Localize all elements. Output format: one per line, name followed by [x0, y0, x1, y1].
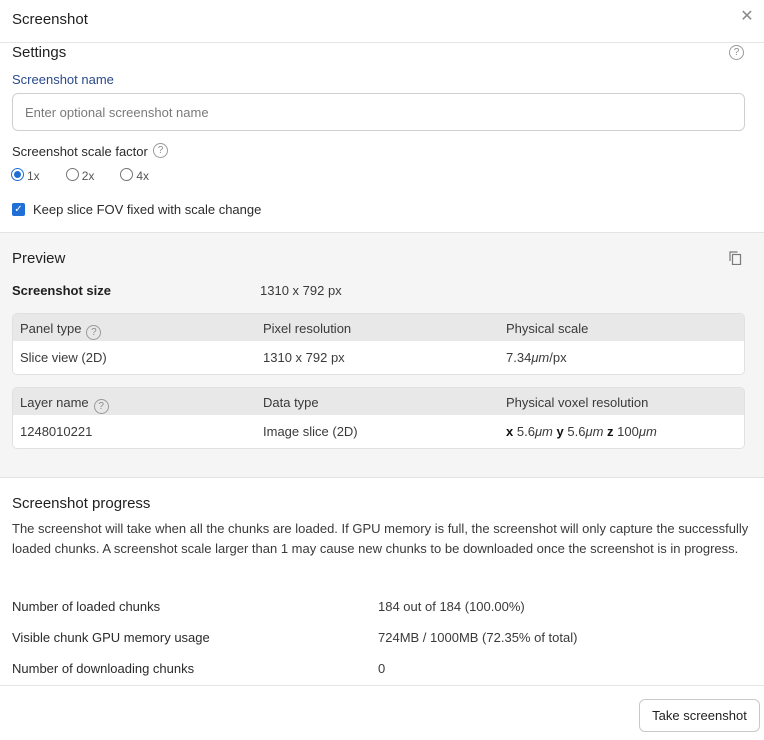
screenshot-size-label: Screenshot size	[12, 283, 111, 298]
layer-name-header: Layer name?	[20, 395, 109, 414]
data-type-header: Data type	[263, 395, 319, 410]
panel-type-header: Panel type?	[20, 321, 102, 340]
scale-factor-label: Screenshot scale factor	[12, 144, 148, 159]
layer-name-value: 1248010221	[20, 424, 93, 439]
loaded-chunks-value: 184 out of 184 (100.00%)	[378, 599, 525, 614]
voxel-resolution-header: Physical voxel resolution	[506, 395, 649, 410]
table-row: Slice view (2D) 1310 x 792 px 7.34μm/px	[13, 341, 744, 374]
panel-table: Panel type? Pixel resolution Physical sc…	[12, 313, 745, 375]
progress-title: Screenshot progress	[12, 495, 151, 512]
pixel-resolution-value: 1310 x 792 px	[263, 350, 345, 365]
keep-fov-label: Keep slice FOV fixed with scale change	[33, 202, 262, 217]
screenshot-name-input[interactable]	[12, 93, 745, 131]
screenshot-name-label: Screenshot name	[12, 72, 114, 87]
downloading-chunks-value: 0	[378, 661, 386, 676]
voxel-resolution-value: x 5.6μm y 5.6μm z 100μm	[506, 424, 657, 439]
gpu-memory-value: 724MB / 1000MB (72.35% of total)	[378, 630, 578, 645]
preview-section: Preview Screenshot size 1310 x 792 px Pa…	[0, 232, 764, 478]
take-screenshot-button[interactable]: Take screenshot	[639, 699, 760, 732]
table-header-row: Layer name? Data type Physical voxel res…	[13, 388, 744, 415]
help-icon[interactable]: ?	[93, 399, 109, 414]
pixel-resolution-header: Pixel resolution	[263, 321, 352, 336]
physical-scale-header: Physical scale	[506, 321, 589, 336]
help-icon[interactable]: ?	[729, 45, 744, 60]
screenshot-size-value: 1310 x 792 px	[260, 283, 342, 298]
loaded-chunks-label: Number of loaded chunks	[12, 599, 161, 614]
dialog-title: Screenshot	[12, 11, 88, 28]
radio-icon[interactable]	[120, 167, 134, 181]
panel-type-value: Slice view (2D)	[20, 350, 107, 365]
table-row: 1248010221 Image slice (2D) x 5.6μm y 5.…	[13, 415, 744, 448]
help-icon[interactable]: ?	[86, 325, 102, 340]
checkbox-checked-icon[interactable]: ✓	[12, 203, 25, 216]
radio-icon[interactable]	[65, 167, 79, 181]
physical-scale-value: 7.34μm/px	[506, 350, 567, 365]
scale-1x-radio[interactable]: 1x	[11, 167, 40, 183]
radio-selected-icon[interactable]	[11, 167, 24, 181]
table-header-row: Panel type? Pixel resolution Physical sc…	[13, 314, 744, 341]
gpu-memory-label: Visible chunk GPU memory usage	[12, 630, 210, 645]
keep-fov-checkbox-row[interactable]: ✓ Keep slice FOV fixed with scale change	[12, 202, 261, 217]
copy-icon[interactable]	[729, 251, 742, 265]
progress-description: The screenshot will take when all the ch…	[12, 521, 749, 556]
layer-table: Layer name? Data type Physical voxel res…	[12, 387, 745, 449]
scale-help-icon[interactable]: ?	[153, 143, 168, 158]
settings-title: Settings	[12, 44, 67, 61]
data-type-value: Image slice (2D)	[263, 424, 358, 439]
progress-section: Screenshot progress The screenshot will …	[0, 478, 764, 686]
scale-factor-radio-group: 1x 2x 4x	[11, 167, 175, 183]
downloading-chunks-label: Number of downloading chunks	[12, 661, 195, 676]
preview-title: Preview	[12, 250, 66, 267]
scale-4x-radio[interactable]: 4x	[120, 167, 149, 183]
settings-section: Settings ? Screenshot name Screenshot sc…	[0, 43, 764, 232]
dialog-header: Screenshot ✕	[0, 0, 764, 43]
scale-2x-radio[interactable]: 2x	[65, 167, 94, 183]
close-icon[interactable]: ✕	[738, 8, 756, 26]
